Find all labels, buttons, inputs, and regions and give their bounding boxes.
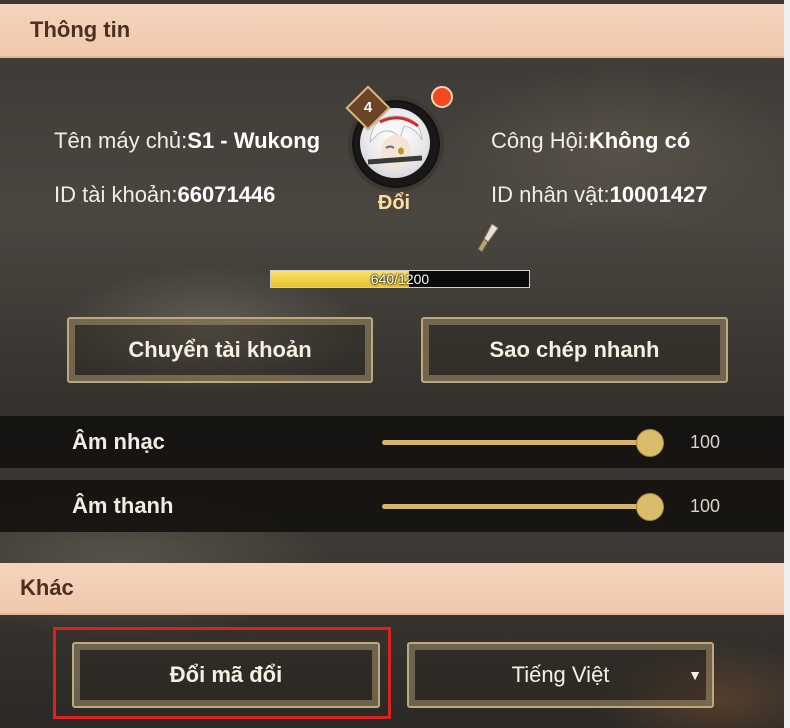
character-id-value: 10001427 bbox=[609, 182, 708, 207]
language-select[interactable]: Tiếng Việt ▼ bbox=[407, 642, 714, 708]
sound-value: 100 bbox=[690, 496, 721, 516]
level-text: 4 bbox=[363, 99, 373, 116]
exp-bar: 640/1200 bbox=[270, 270, 530, 288]
account-id-label: ID tài khoản: bbox=[54, 182, 178, 207]
music-slider-thumb[interactable] bbox=[636, 429, 664, 457]
sound-setting-row: Âm thanh 100 bbox=[0, 480, 790, 532]
music-label: Âm nhạc bbox=[72, 429, 165, 454]
server-value: S1 - Wukong bbox=[187, 128, 321, 153]
guild-info: Công Hội:Không có bbox=[491, 128, 690, 154]
highlight-box bbox=[53, 627, 391, 719]
other-section-header: Khác bbox=[0, 563, 790, 615]
server-info: Tên máy chủ:S1 - Wukong bbox=[54, 128, 320, 154]
sound-slider-thumb[interactable] bbox=[636, 493, 664, 521]
window-edge bbox=[784, 0, 790, 728]
sound-slider-track[interactable] bbox=[382, 504, 662, 509]
notification-dot bbox=[431, 86, 453, 108]
character-id-label: ID nhân vật: bbox=[491, 182, 610, 207]
account-id-info: ID tài khoản:66071446 bbox=[54, 182, 275, 208]
music-slider-track[interactable] bbox=[382, 440, 662, 445]
guild-value: Không có bbox=[588, 128, 691, 153]
change-avatar-label[interactable]: Đổi bbox=[374, 192, 414, 215]
sound-label: Âm thanh bbox=[72, 493, 174, 518]
info-section-title: Thông tin bbox=[30, 17, 131, 42]
dropdown-arrow-icon: ▼ bbox=[688, 667, 702, 683]
other-section-title: Khác bbox=[20, 575, 74, 600]
music-setting-row: Âm nhạc 100 bbox=[0, 416, 790, 468]
music-value: 100 bbox=[690, 432, 721, 452]
character-id-info: ID nhân vật:10001427 bbox=[491, 182, 708, 208]
switch-account-button[interactable]: Chuyển tài khoản bbox=[67, 317, 373, 383]
info-section-header: Thông tin bbox=[0, 4, 790, 58]
account-id-value: 66071446 bbox=[177, 182, 276, 207]
quick-copy-button[interactable]: Sao chép nhanh bbox=[421, 317, 728, 383]
guild-label: Công Hội: bbox=[491, 128, 589, 153]
language-value: Tiếng Việt bbox=[511, 662, 610, 687]
server-label: Tên máy chủ: bbox=[54, 128, 188, 153]
exp-text: 640/1200 bbox=[370, 271, 430, 287]
brush-icon[interactable] bbox=[474, 222, 500, 254]
